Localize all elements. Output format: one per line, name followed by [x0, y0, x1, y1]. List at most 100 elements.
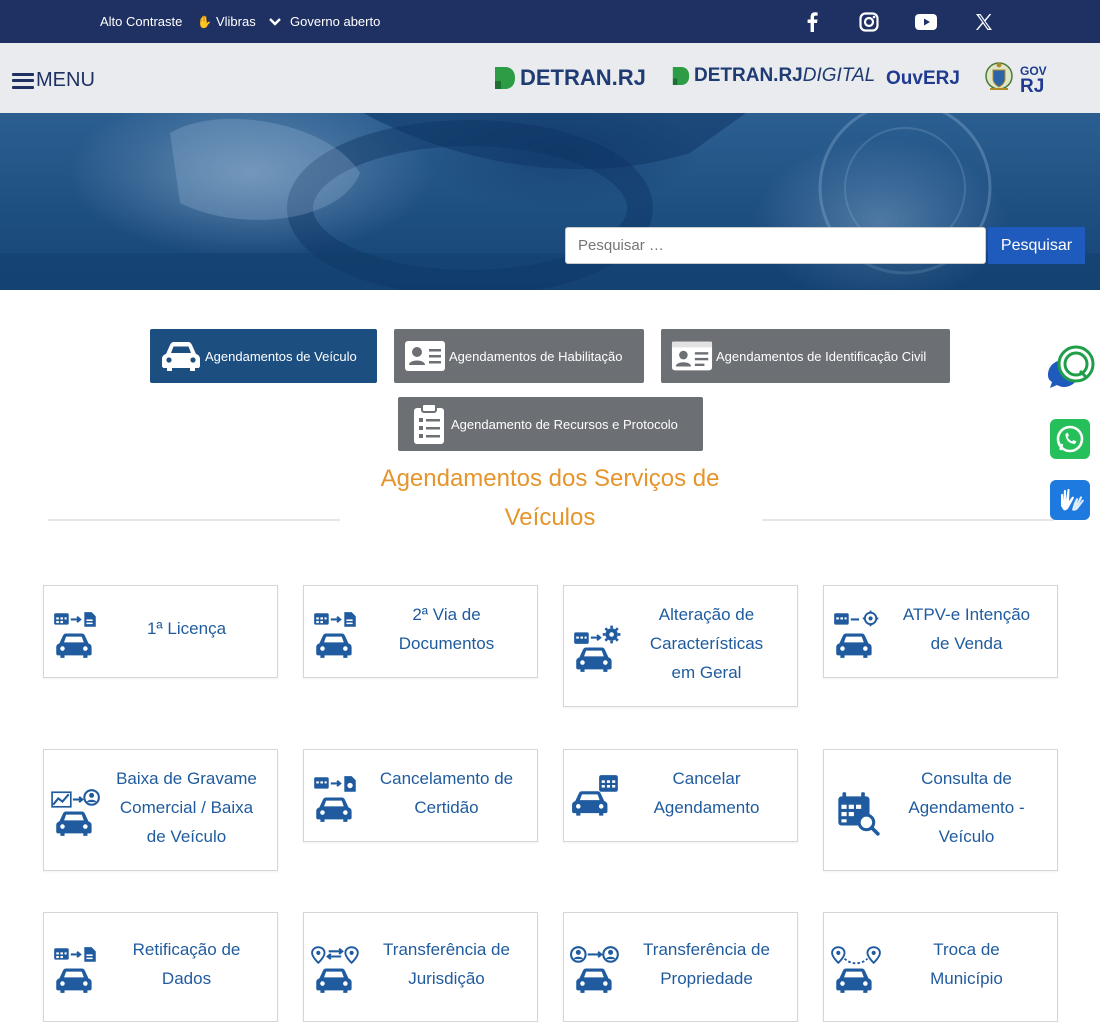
youtube-icon[interactable]: [915, 11, 937, 33]
service-card-label-line: Cancelar: [672, 769, 741, 788]
instagram-icon[interactable]: [858, 11, 880, 33]
service-card-label: Transferência de Propriedade: [624, 935, 789, 993]
ouverj-logo-text: OuvERJ: [886, 68, 960, 89]
service-card-label-line: Retificação de: [132, 940, 241, 959]
service-card-label-line: Agendamento: [653, 798, 760, 817]
detran-rj-logo[interactable]: DETRAN.RJ: [494, 65, 646, 91]
chevron-down-icon: [269, 17, 281, 26]
vlibras-accessibility-button[interactable]: [1050, 480, 1090, 525]
car-calendar-document-icon: [50, 610, 102, 658]
service-card[interactable]: 1ª Licença: [43, 585, 278, 678]
car-location-pins-icon: [830, 945, 882, 993]
alto-contraste-link[interactable]: Alto Contraste: [100, 14, 182, 29]
chat-bubbles-icon: [1048, 345, 1095, 388]
menu-label: MENU: [36, 69, 95, 91]
section-title-line2: Veículos: [504, 504, 596, 531]
service-card-label-line: Veículo: [938, 827, 995, 846]
service-card[interactable]: Retificação de Dados: [43, 912, 278, 1022]
car-location-icon: [310, 945, 362, 993]
vlibras-link[interactable]: ✋ Vlibras: [197, 14, 256, 29]
service-card-label-line: Agendamento -: [908, 798, 1025, 817]
id-card-icon: [671, 339, 713, 373]
section-title-line1: Agendamentos dos Serviços de: [380, 465, 720, 492]
service-card-label: 2ª Via de Documentos: [364, 600, 529, 658]
service-card-label-line: de Venda: [930, 634, 1003, 653]
x-twitter-icon[interactable]: [973, 11, 995, 33]
governo-aberto-dropdown[interactable]: Governo aberto: [268, 14, 380, 29]
service-card-label-line: Dados: [161, 969, 212, 988]
service-card-label-line: ATPV-e Intenção: [902, 605, 1031, 624]
search-input[interactable]: [565, 227, 986, 264]
car-calendar-cancel-icon: [570, 774, 622, 820]
service-card[interactable]: 2ª Via de Documentos: [303, 585, 538, 678]
service-card-label-line: Consulta de: [921, 769, 1012, 788]
service-card-label-line: Município: [930, 969, 1003, 988]
service-card[interactable]: Cancelar Agendamento: [563, 749, 798, 842]
id-card-icon: [404, 339, 446, 373]
hamburger-icon: [12, 72, 34, 89]
tab-agendamentos-habilitacao[interactable]: Agendamentos de Habilitação: [394, 329, 644, 383]
service-card-label-line: Jurisdição: [408, 969, 485, 988]
service-card[interactable]: Cancelamento de Certidão: [303, 749, 538, 842]
service-card-label: Alteração de Características em Geral: [624, 600, 789, 687]
car-icon: [160, 339, 202, 373]
rj-coat-of-arms-icon: [985, 62, 1013, 90]
hero-banner: Pesquisar: [0, 113, 1100, 290]
calendar-search-icon: [830, 788, 882, 836]
divider-left: [48, 519, 340, 521]
service-card[interactable]: Transferência de Jurisdição: [303, 912, 538, 1022]
service-card[interactable]: Transferência de Propriedade: [563, 912, 798, 1022]
section-title: Agendamentos dos Serviços de Veículos: [350, 459, 750, 537]
car-calendar-target-icon: [830, 610, 882, 658]
service-card-label: Transferência de Jurisdição: [364, 935, 529, 993]
search-button[interactable]: Pesquisar: [988, 227, 1085, 264]
detran-rj-digital-logo[interactable]: DETRAN.RJDIGITAL: [672, 65, 875, 87]
top-bar: Alto Contraste ✋ Vlibras Governo aberto: [0, 0, 1100, 43]
car-calendar-document-icon: [50, 945, 102, 993]
car-chart-person-icon: [50, 788, 102, 836]
chat-support-button[interactable]: [1044, 345, 1096, 396]
service-card-label-line: Troca de: [933, 940, 1000, 959]
service-card-label: Baixa de Gravame Comercial / Baixa de Veíc…: [104, 764, 269, 851]
service-card-label: Cancelamento de Certidão: [364, 764, 529, 822]
service-card-label-line: de Veículo: [146, 827, 227, 846]
detran-digital-logo-b: DIGITAL: [802, 65, 876, 86]
divider-right: [762, 519, 1054, 521]
tab-agendamento-recursos-protocolo[interactable]: Agendamento de Recursos e Protocolo: [398, 397, 703, 451]
service-card-label: Retificação de Dados: [104, 935, 269, 993]
service-card[interactable]: Alteração de Características em Geral: [563, 585, 798, 707]
service-card-label: 1ª Licença: [104, 614, 269, 643]
clipboard-icon: [410, 403, 448, 444]
search-form: Pesquisar: [565, 227, 1085, 264]
sign-language-hands-icon: [1050, 480, 1090, 520]
detran-logo-text: DETRAN.RJ: [520, 65, 646, 90]
whatsapp-icon: [1050, 419, 1090, 459]
service-card[interactable]: Baixa de Gravame Comercial / Baixa de Veíc…: [43, 749, 278, 871]
ouverj-logo[interactable]: OuvERJ: [886, 68, 960, 90]
car-calendar-gear-icon: [570, 624, 622, 672]
menu-button[interactable]: MENU: [12, 69, 95, 92]
service-card-label: Cancelar Agendamento: [624, 764, 789, 822]
service-card[interactable]: Troca de Município: [823, 912, 1058, 1022]
gov-rj-logo[interactable]: GOV RJ: [984, 61, 1047, 97]
tab-label: Agendamentos de Habilitação: [449, 348, 623, 364]
service-card-label-line: 2ª Via de: [412, 605, 481, 624]
service-card-label-line: Alteração de: [658, 605, 755, 624]
alto-contraste-label: Alto Contraste: [100, 14, 183, 29]
site-header: MENU DETRAN.RJ DETRAN.RJDIGITAL OuvERJ G…: [0, 43, 1100, 113]
hands-icon: ✋: [197, 14, 212, 29]
vlibras-label: Vlibras: [215, 14, 256, 29]
service-card[interactable]: Consulta de Agendamento - Veículo: [823, 749, 1058, 871]
service-card-label: ATPV-e Intenção de Venda: [884, 600, 1049, 658]
service-card[interactable]: ATPV-e Intenção de Venda: [823, 585, 1058, 678]
detran-shield-icon: [672, 67, 690, 85]
service-card-label-line: Documentos: [398, 634, 495, 653]
whatsapp-button[interactable]: [1050, 419, 1090, 464]
service-card-label-line: Propriedade: [660, 969, 753, 988]
tab-agendamentos-identificacao-civil[interactable]: Agendamentos de Identificação Civil: [661, 329, 950, 383]
rj-text: RJ: [1020, 76, 1045, 97]
facebook-icon[interactable]: [801, 11, 823, 33]
gov-rj-text: GOV RJ: [1020, 64, 1047, 97]
tab-agendamentos-veiculo[interactable]: Agendamentos de Veículo: [150, 329, 377, 383]
service-card-label-line: Características: [649, 634, 764, 653]
